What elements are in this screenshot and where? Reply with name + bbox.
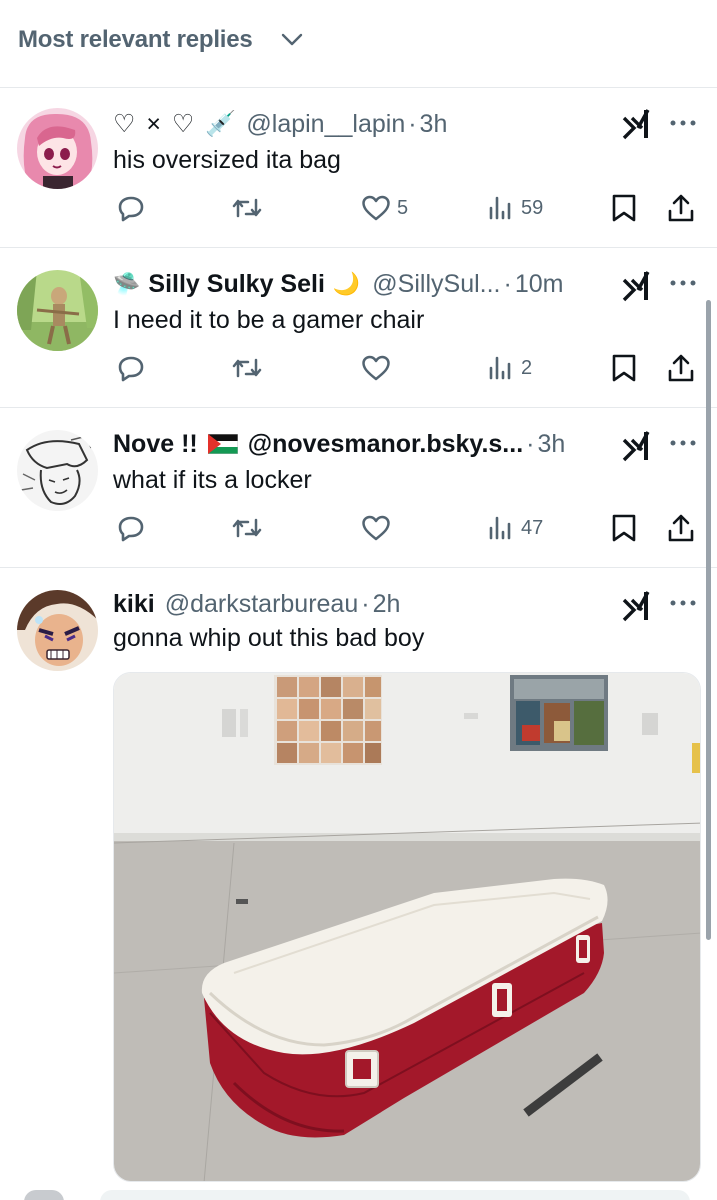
repost-icon xyxy=(232,358,262,378)
moon-emoji: 🌙 xyxy=(332,271,361,296)
more-icon[interactable] xyxy=(668,278,698,288)
handle[interactable]: @SillySul... xyxy=(372,270,500,299)
avatar xyxy=(24,1190,64,1200)
repost-button[interactable] xyxy=(231,350,263,386)
grok-icon[interactable] xyxy=(620,428,654,462)
share-icon xyxy=(668,194,694,222)
reply-header: Nove !! @novesmanor.bsky.s... · 3h xyxy=(113,428,565,460)
action-bar: 5 59 xyxy=(113,190,703,226)
timestamp[interactable]: 2h xyxy=(373,590,401,619)
display-name[interactable]: Silly Sulky Seli xyxy=(148,270,324,299)
palestine-flag-icon xyxy=(207,434,238,454)
reply-text: I need it to be a gamer chair xyxy=(113,306,425,334)
heart-icon xyxy=(362,195,390,221)
reply-icon xyxy=(118,516,144,542)
scrollbar[interactable] xyxy=(706,300,711,940)
like-count: 5 xyxy=(397,196,409,219)
reply-text: his oversized ita bag xyxy=(113,146,341,174)
reply-header: kiki @darkstarbureau · 2h xyxy=(113,588,400,620)
action-bar: 47 xyxy=(113,510,703,546)
share-icon xyxy=(668,354,694,382)
more-icon[interactable] xyxy=(668,118,698,128)
share-button[interactable] xyxy=(667,350,695,386)
bookmark-icon xyxy=(612,194,636,222)
repost-icon xyxy=(232,518,262,538)
handle[interactable]: @darkstarbureau xyxy=(165,590,359,619)
more-icon[interactable] xyxy=(668,598,698,608)
grok-icon[interactable] xyxy=(620,106,654,140)
grok-icon[interactable] xyxy=(620,588,654,622)
chevron-down-icon[interactable] xyxy=(281,33,303,47)
views-button[interactable]: 59 xyxy=(487,190,543,226)
reply-button[interactable] xyxy=(117,350,145,386)
grok-icon[interactable] xyxy=(620,268,654,302)
reply-input[interactable] xyxy=(100,1190,690,1200)
reply-text: gonna whip out this bad boy xyxy=(113,624,425,652)
like-button[interactable] xyxy=(361,510,391,546)
heart-icon xyxy=(362,515,390,541)
reply-header: ♡ × ♡ 💉 @lapin__lapin · 3h xyxy=(113,108,447,140)
share-button[interactable] xyxy=(667,190,695,226)
timestamp[interactable]: 3h xyxy=(537,430,565,459)
reply-button[interactable] xyxy=(117,190,145,226)
views-icon xyxy=(489,516,511,540)
bookmark-button[interactable] xyxy=(611,510,637,546)
views-icon xyxy=(489,356,511,380)
separator-dot: · xyxy=(526,429,535,458)
repost-icon xyxy=(232,198,262,218)
views-count: 59 xyxy=(521,196,544,219)
reply-button[interactable] xyxy=(117,510,145,546)
separator-dot: · xyxy=(361,589,370,618)
reply-item[interactable]: 🛸 Silly Sulky Seli 🌙 @SillySul... · 10m … xyxy=(0,248,717,408)
ufo-emoji: 🛸 xyxy=(113,271,141,296)
timestamp[interactable]: 10m xyxy=(515,270,564,299)
reply-text: what if its a locker xyxy=(113,466,312,494)
reply-header: 🛸 Silly Sulky Seli 🌙 @SillySul... · 10m xyxy=(113,268,563,300)
display-name[interactable]: kiki xyxy=(113,590,155,619)
reply-item[interactable]: ♡ × ♡ 💉 @lapin__lapin · 3h his oversized… xyxy=(0,88,717,248)
bookmark-icon xyxy=(612,514,636,542)
bookmark-icon xyxy=(612,354,636,382)
timestamp[interactable]: 3h xyxy=(420,110,448,139)
compose-bar-partial xyxy=(0,1184,717,1200)
like-button[interactable] xyxy=(361,350,391,386)
heart-icon xyxy=(362,355,390,381)
display-name[interactable]: ♡ × ♡ 💉 xyxy=(113,109,238,139)
handle[interactable]: @lapin__lapin xyxy=(246,110,405,139)
views-count: 2 xyxy=(521,356,533,379)
reply-item[interactable]: Nove !! @novesmanor.bsky.s... · 3h what … xyxy=(0,408,717,568)
bookmark-button[interactable] xyxy=(611,190,637,226)
share-icon xyxy=(668,514,694,542)
sort-bar: Most relevant replies xyxy=(0,0,717,88)
more-icon[interactable] xyxy=(668,438,698,448)
views-button[interactable]: 2 xyxy=(487,350,532,386)
repost-button[interactable] xyxy=(231,190,263,226)
separator-dot: · xyxy=(503,269,512,298)
display-name[interactable]: Nove !! xyxy=(113,430,198,459)
views-icon xyxy=(489,196,511,220)
avatar[interactable] xyxy=(17,430,98,511)
reply-icon xyxy=(118,196,144,222)
repost-button[interactable] xyxy=(231,510,263,546)
like-button[interactable]: 5 xyxy=(361,190,408,226)
avatar[interactable] xyxy=(17,270,98,351)
handle[interactable]: @novesmanor.bsky.s... xyxy=(248,430,523,459)
reply-icon xyxy=(118,356,144,382)
share-button[interactable] xyxy=(667,510,695,546)
sort-label[interactable]: Most relevant replies xyxy=(18,26,253,54)
avatar[interactable] xyxy=(17,108,98,189)
views-button[interactable]: 47 xyxy=(487,510,543,546)
action-bar: 2 xyxy=(113,350,703,386)
bookmark-button[interactable] xyxy=(611,350,637,386)
views-count: 47 xyxy=(521,516,544,539)
separator-dot: · xyxy=(408,109,417,138)
avatar[interactable] xyxy=(17,590,98,671)
reply-media-image[interactable] xyxy=(113,672,701,1182)
